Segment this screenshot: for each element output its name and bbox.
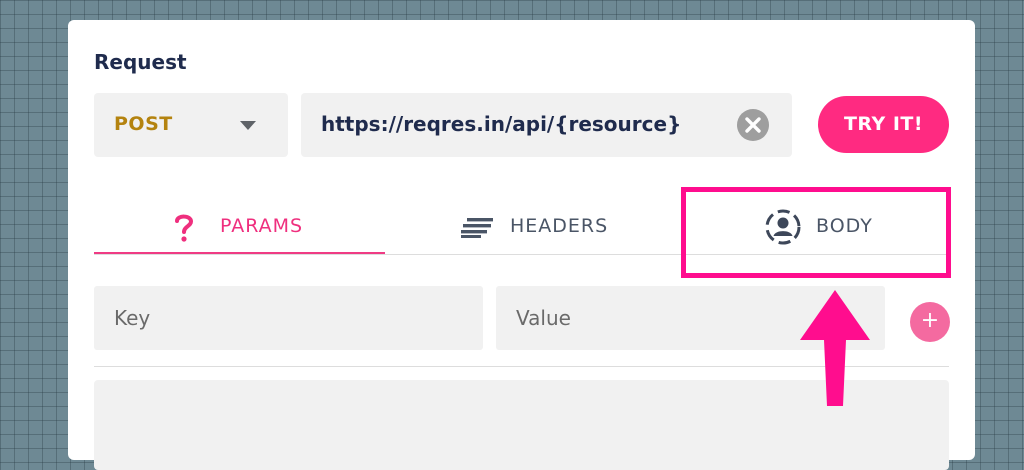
add-param-button[interactable]: +	[910, 302, 950, 342]
arrow-up-icon	[800, 290, 870, 406]
method-dropdown[interactable]: POST	[94, 93, 288, 157]
try-it-button[interactable]: TRY IT!	[818, 96, 949, 153]
chevron-down-icon	[240, 121, 256, 130]
tab-headers-label: HEADERS	[510, 215, 609, 237]
key-input[interactable]: Key	[94, 286, 483, 350]
tab-params-label: PARAMS	[220, 215, 304, 237]
method-value: POST	[114, 113, 173, 135]
url-input[interactable]: https://reqres.in/api/{resource}	[301, 93, 792, 157]
lines-icon	[461, 218, 493, 238]
clear-icon[interactable]	[737, 109, 769, 141]
request-title: Request	[94, 50, 187, 74]
url-value: https://reqres.in/api/{resource}	[321, 112, 682, 136]
key-placeholder: Key	[114, 306, 151, 330]
question-mark-icon	[175, 214, 194, 242]
tab-params[interactable]: PARAMS	[94, 204, 385, 255]
tab-headers[interactable]: HEADERS	[458, 204, 658, 254]
value-placeholder: Value	[516, 306, 571, 330]
body-tab-highlight	[681, 187, 951, 278]
